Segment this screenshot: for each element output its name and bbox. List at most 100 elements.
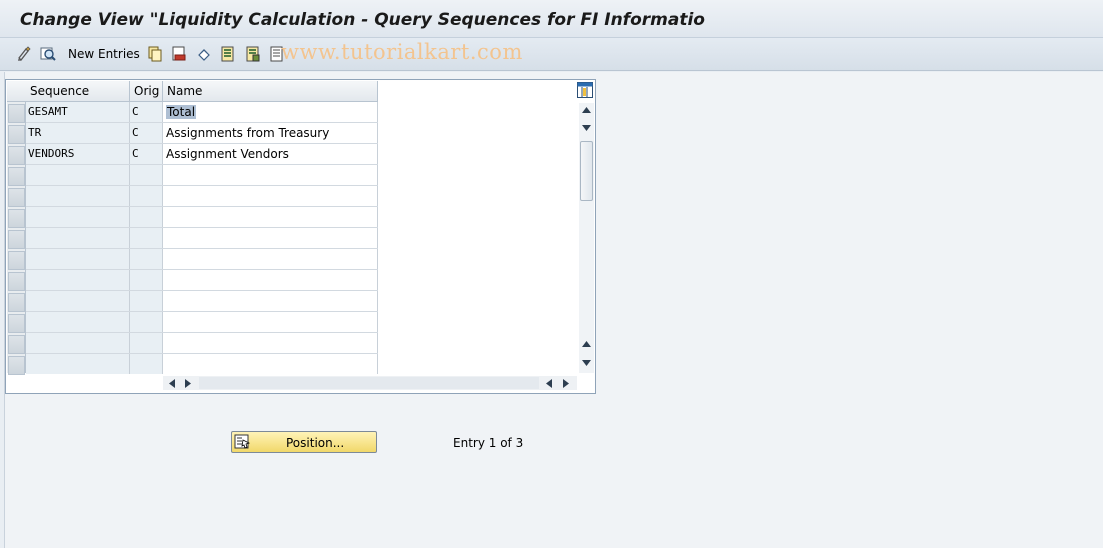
name-field[interactable]	[163, 228, 378, 248]
row-selector[interactable]	[8, 335, 25, 354]
title-bar: Change View "Liquidity Calculation - Que…	[0, 0, 1103, 38]
orig-cell	[130, 186, 163, 206]
name-field[interactable]	[163, 354, 378, 374]
new-entries-button[interactable]: New Entries	[68, 47, 140, 61]
name-field[interactable]	[163, 165, 378, 185]
row-selector[interactable]	[8, 251, 25, 270]
sequence-cell	[26, 270, 130, 290]
row-selector[interactable]	[8, 209, 25, 228]
sequence-cell	[26, 228, 130, 248]
row-selector[interactable]	[8, 167, 25, 186]
row-selector-column	[7, 81, 26, 375]
row-selector[interactable]	[8, 356, 25, 375]
empty-row[interactable]	[26, 333, 378, 354]
scroll-page-up-icon[interactable]	[579, 337, 594, 351]
orig-cell	[130, 270, 163, 290]
scroll-page-left-icon[interactable]	[542, 376, 556, 390]
select-block-icon[interactable]	[244, 45, 262, 63]
name-field[interactable]	[163, 207, 378, 227]
table-control: Sequence Orig Name GESAMT C Total TR C A…	[5, 79, 596, 394]
scroll-up-icon[interactable]	[579, 103, 594, 117]
sequence-cell: TR	[26, 123, 130, 143]
table-body: Sequence Orig Name GESAMT C Total TR C A…	[7, 81, 578, 375]
empty-row[interactable]	[26, 165, 378, 186]
empty-row[interactable]	[26, 249, 378, 270]
name-text: Total	[166, 105, 197, 119]
column-header-sequence[interactable]: Sequence	[26, 81, 130, 102]
orig-cell	[130, 354, 163, 374]
sequence-cell	[26, 207, 130, 227]
page-title: Change View "Liquidity Calculation - Que…	[20, 10, 705, 30]
horizontal-scrollbar[interactable]	[163, 376, 577, 390]
name-field[interactable]	[163, 291, 378, 311]
scroll-left-icon[interactable]	[165, 376, 179, 390]
delete-icon[interactable]	[170, 45, 188, 63]
row-selector[interactable]	[8, 104, 25, 123]
undo-icon[interactable]	[195, 45, 213, 63]
sequence-cell	[26, 249, 130, 269]
scroll-page-right-icon[interactable]	[559, 376, 573, 390]
name-field[interactable]	[163, 333, 378, 353]
orig-cell	[130, 207, 163, 227]
orig-cell: C	[130, 102, 163, 122]
name-field[interactable]: Assignments from Treasury	[163, 123, 378, 143]
find-icon[interactable]	[39, 45, 57, 63]
orig-cell: C	[130, 144, 163, 164]
empty-row[interactable]	[26, 186, 378, 207]
row-selector[interactable]	[8, 125, 25, 144]
empty-row[interactable]	[26, 354, 378, 374]
orig-cell	[130, 333, 163, 353]
row-selector[interactable]	[8, 272, 25, 291]
display-change-icon[interactable]	[16, 45, 34, 63]
sequence-cell	[26, 333, 130, 353]
position-button-label: Position...	[286, 436, 345, 450]
orig-cell: C	[130, 123, 163, 143]
table-row[interactable]: VENDORS C Assignment Vendors	[26, 144, 378, 165]
name-field[interactable]	[163, 270, 378, 290]
sequence-cell	[26, 186, 130, 206]
sequence-cell	[26, 165, 130, 185]
row-selector[interactable]	[8, 293, 25, 312]
application-toolbar: New Entries www.tutorialkart.com	[0, 38, 1103, 71]
position-button[interactable]: Position...	[231, 431, 377, 453]
sequence-cell: VENDORS	[26, 144, 130, 164]
column-settings-icon[interactable]	[577, 82, 593, 98]
orig-cell	[130, 249, 163, 269]
table-row[interactable]: GESAMT C Total	[26, 102, 378, 123]
empty-row[interactable]	[26, 270, 378, 291]
horizontal-scroll-track[interactable]	[199, 377, 539, 389]
empty-row[interactable]	[26, 312, 378, 333]
row-selector[interactable]	[8, 230, 25, 249]
scroll-right-icon[interactable]	[181, 376, 195, 390]
empty-row[interactable]	[26, 228, 378, 249]
name-field[interactable]	[163, 312, 378, 332]
copy-icon[interactable]	[146, 45, 164, 63]
orig-cell	[130, 165, 163, 185]
scroll-page-down-icon[interactable]	[579, 121, 594, 135]
row-selector[interactable]	[8, 314, 25, 333]
select-all-icon[interactable]	[219, 45, 237, 63]
row-selector[interactable]	[8, 146, 25, 165]
scroll-down-icon[interactable]	[579, 356, 594, 370]
column-header-name[interactable]: Name	[163, 81, 378, 102]
table-row[interactable]: TR C Assignments from Treasury	[26, 123, 378, 144]
table-header: Sequence Orig Name	[7, 81, 378, 102]
orig-cell	[130, 291, 163, 311]
row-selector[interactable]	[8, 188, 25, 207]
orig-cell	[130, 312, 163, 332]
vertical-scrollbar[interactable]	[579, 103, 594, 373]
name-field[interactable]	[163, 186, 378, 206]
scrollbar-thumb[interactable]	[580, 141, 593, 201]
name-field[interactable]: Assignment Vendors	[163, 144, 378, 164]
position-icon	[234, 434, 251, 450]
sequence-cell	[26, 312, 130, 332]
name-field[interactable]	[163, 249, 378, 269]
entry-counter: Entry 1 of 3	[453, 436, 524, 450]
sequence-cell	[26, 291, 130, 311]
watermark: www.tutorialkart.com	[281, 40, 523, 64]
empty-row[interactable]	[26, 207, 378, 228]
name-field[interactable]: Total	[163, 102, 378, 122]
column-header-orig[interactable]: Orig	[130, 81, 163, 102]
sequence-cell: GESAMT	[26, 102, 130, 122]
empty-row[interactable]	[26, 291, 378, 312]
